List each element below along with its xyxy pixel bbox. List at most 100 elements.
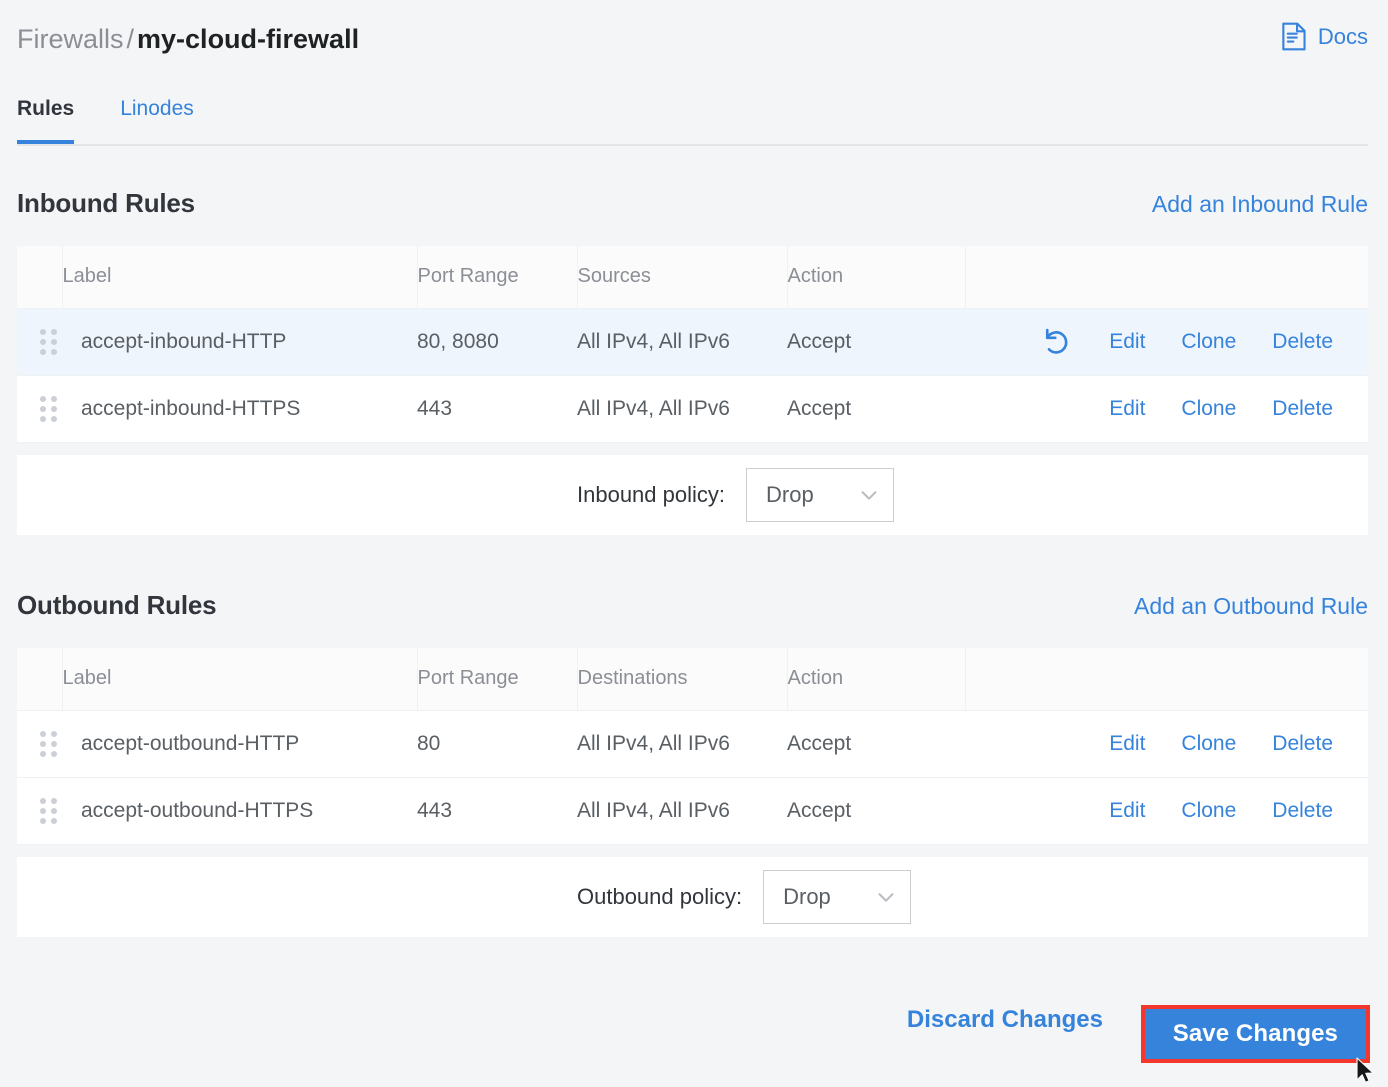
rule-port-range: 443 (417, 397, 577, 421)
inbound-policy-label: Inbound policy: (577, 482, 725, 508)
header-buttons-spacer (965, 246, 1368, 308)
drag-handle[interactable] (17, 710, 62, 777)
table-row: accept-outbound-HTTPS 443 All IPv4, All … (17, 777, 1368, 844)
inbound-section-header: Inbound Rules Add an Inbound Rule (17, 188, 1368, 232)
outbound-policy-row: Outbound policy: Drop (17, 857, 1368, 937)
docs-label: Docs (1318, 24, 1368, 50)
clone-button[interactable]: Clone (1163, 793, 1254, 829)
header-drag-spacer (17, 246, 62, 308)
header-port-range: Port Range (417, 648, 577, 710)
inbound-section-title: Inbound Rules (17, 188, 195, 219)
table-row: accept-inbound-HTTPS 443 All IPv4, All I… (17, 375, 1368, 442)
header-sources: Sources (577, 246, 787, 308)
rule-action: Accept (787, 330, 965, 354)
rule-label: accept-outbound-HTTPS (62, 799, 417, 823)
delete-button[interactable]: Delete (1254, 793, 1351, 829)
drag-handle[interactable] (17, 308, 62, 375)
edit-button[interactable]: Edit (1091, 324, 1163, 360)
policy-spacer-row (17, 844, 1368, 857)
add-outbound-rule-link[interactable]: Add an Outbound Rule (1134, 593, 1368, 620)
undo-icon[interactable] (1037, 322, 1077, 362)
outbound-rules-table: Label Port Range Destinations Action acc… (17, 648, 1368, 937)
rule-port-range: 80 (417, 732, 577, 756)
chevron-down-icon (875, 886, 897, 908)
header-port-range: Port Range (417, 246, 577, 308)
clone-button[interactable]: Clone (1163, 726, 1254, 762)
rule-label: accept-inbound-HTTP (62, 330, 417, 354)
drag-handle[interactable] (17, 777, 62, 844)
drag-handle-icon (40, 731, 62, 757)
header-action: Action (787, 648, 965, 710)
rule-action: Accept (787, 397, 965, 421)
undo-placeholder (1037, 389, 1091, 429)
drag-handle-icon (40, 798, 62, 824)
row-actions: Edit Clone Delete (965, 724, 1368, 764)
undo-placeholder (1037, 724, 1091, 764)
header-action: Action (787, 246, 965, 308)
inbound-policy-row: Inbound policy: Drop (17, 455, 1368, 535)
inbound-policy-value: Drop (766, 482, 814, 508)
rule-port-range: 443 (417, 799, 577, 823)
table-header-row: Label Port Range Destinations Action (17, 648, 1368, 710)
inbound-rules-table: Label Port Range Sources Action accept-i… (17, 246, 1368, 535)
outbound-section-header: Outbound Rules Add an Outbound Rule (17, 590, 1368, 634)
chevron-down-icon (858, 484, 880, 506)
policy-spacer-row (17, 442, 1368, 455)
inbound-rules-section: Inbound Rules Add an Inbound Rule Label … (17, 188, 1368, 535)
row-actions: Edit Clone Delete (965, 322, 1368, 362)
outbound-policy-label: Outbound policy: (577, 884, 742, 910)
edit-button[interactable]: Edit (1091, 726, 1163, 762)
tab-bar: Rules Linodes (17, 96, 1368, 146)
rule-port-range: 80, 8080 (417, 330, 577, 354)
edit-button[interactable]: Edit (1091, 391, 1163, 427)
outbound-section-title: Outbound Rules (17, 590, 216, 621)
outbound-rules-section: Outbound Rules Add an Outbound Rule Labe… (17, 590, 1368, 937)
delete-button[interactable]: Delete (1254, 391, 1351, 427)
footer-actions: Discard Changes Save Changes (17, 992, 1368, 1082)
add-inbound-rule-link[interactable]: Add an Inbound Rule (1152, 191, 1368, 218)
rule-sources: All IPv4, All IPv6 (577, 397, 787, 421)
page-title: my-cloud-firewall (137, 24, 359, 54)
drag-handle-icon (40, 329, 62, 355)
rule-label: accept-inbound-HTTPS (62, 397, 417, 421)
inbound-policy-select[interactable]: Drop (746, 468, 894, 522)
drag-handle[interactable] (17, 375, 62, 442)
row-actions: Edit Clone Delete (965, 791, 1368, 831)
page-header: Firewalls/my-cloud-firewall Docs (0, 0, 1388, 78)
tab-rules[interactable]: Rules (17, 96, 74, 142)
header-destinations: Destinations (577, 648, 787, 710)
table-row: accept-outbound-HTTP 80 All IPv4, All IP… (17, 710, 1368, 777)
tab-linodes[interactable]: Linodes (120, 96, 194, 142)
rule-label: accept-outbound-HTTP (62, 732, 417, 756)
clone-button[interactable]: Clone (1163, 391, 1254, 427)
row-actions: Edit Clone Delete (965, 389, 1368, 429)
drag-handle-icon (40, 396, 62, 422)
rule-action: Accept (787, 732, 965, 756)
header-label: Label (62, 648, 417, 710)
document-icon (1281, 22, 1308, 51)
clone-button[interactable]: Clone (1163, 324, 1254, 360)
rule-destinations: All IPv4, All IPv6 (577, 732, 787, 756)
breadcrumb: Firewalls/my-cloud-firewall (17, 22, 359, 56)
outbound-policy-select[interactable]: Drop (763, 870, 911, 924)
undo-placeholder (1037, 791, 1091, 831)
edit-button[interactable]: Edit (1091, 793, 1163, 829)
outbound-policy-value: Drop (783, 884, 831, 910)
table-header-row: Label Port Range Sources Action (17, 246, 1368, 308)
docs-link[interactable]: Docs (1281, 22, 1368, 51)
delete-button[interactable]: Delete (1254, 726, 1351, 762)
discard-changes-button[interactable]: Discard Changes (907, 1006, 1103, 1034)
rule-destinations: All IPv4, All IPv6 (577, 799, 787, 823)
save-changes-highlight: Save Changes (1141, 1005, 1370, 1063)
delete-button[interactable]: Delete (1254, 324, 1351, 360)
save-changes-button[interactable]: Save Changes (1145, 1009, 1366, 1059)
header-drag-spacer (17, 648, 62, 710)
header-buttons-spacer (965, 648, 1368, 710)
header-label: Label (62, 246, 417, 308)
breadcrumb-separator: / (124, 24, 138, 54)
table-row: accept-inbound-HTTP 80, 8080 All IPv4, A… (17, 308, 1368, 375)
rule-action: Accept (787, 799, 965, 823)
rule-sources: All IPv4, All IPv6 (577, 330, 787, 354)
firewall-rules-page: Firewalls/my-cloud-firewall Docs Rules L… (0, 0, 1388, 1087)
breadcrumb-firewalls-link[interactable]: Firewalls (17, 24, 124, 54)
